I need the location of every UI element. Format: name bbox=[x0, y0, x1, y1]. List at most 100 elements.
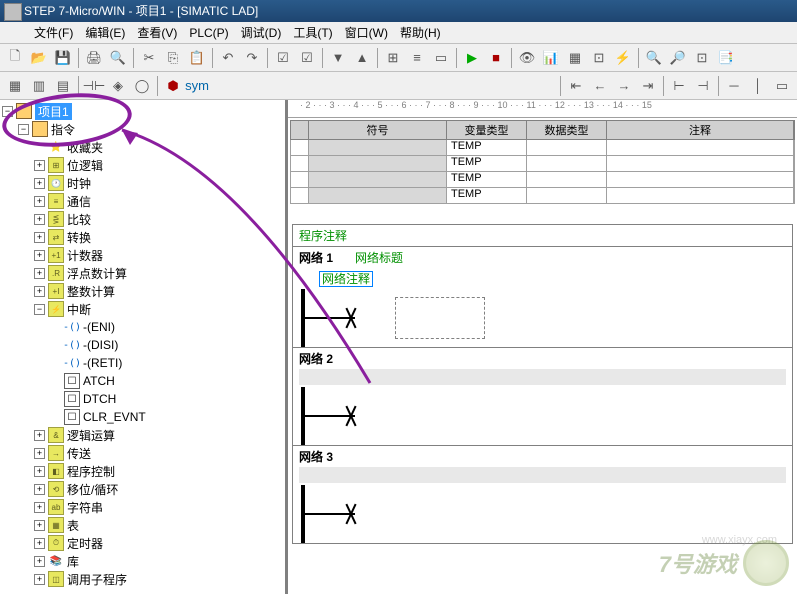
menu-view[interactable]: 查看(V) bbox=[131, 24, 183, 41]
print-icon[interactable]: 🖨 bbox=[83, 47, 105, 69]
stl-icon[interactable]: ≡ bbox=[406, 47, 428, 69]
expand-icon[interactable]: + bbox=[34, 178, 45, 189]
copy-icon[interactable]: ⎘ bbox=[162, 47, 184, 69]
stop-icon[interactable]: ■ bbox=[485, 47, 507, 69]
nav-first-icon[interactable]: ⇤ bbox=[565, 75, 587, 97]
tree-comm[interactable]: +≡通信 bbox=[2, 192, 283, 210]
tree-int[interactable]: ++I整数计算 bbox=[2, 282, 283, 300]
tree-logic[interactable]: +&逻辑运算 bbox=[2, 426, 283, 444]
tree-root[interactable]: −项目1 bbox=[2, 102, 283, 120]
compile-icon[interactable]: ☑ bbox=[272, 47, 294, 69]
tree-library[interactable]: +📚库 bbox=[2, 552, 283, 570]
tree-counter[interactable]: ++1计数器 bbox=[2, 246, 283, 264]
tree-eni[interactable]: -()-(ENI) bbox=[2, 318, 283, 336]
coil-icon[interactable]: ◯ bbox=[131, 75, 153, 97]
undo-icon[interactable]: ↶ bbox=[217, 47, 239, 69]
new-icon[interactable]: 🗋 bbox=[4, 47, 26, 69]
nav-next-icon[interactable]: → bbox=[613, 75, 635, 97]
ladder-rung[interactable] bbox=[301, 387, 792, 445]
network-2[interactable]: 网络 2 bbox=[293, 348, 792, 446]
nav-prev-icon[interactable]: ← bbox=[589, 75, 611, 97]
expand-icon[interactable]: + bbox=[34, 232, 45, 243]
menu-file[interactable]: 文件(F) bbox=[28, 24, 79, 41]
menu-window[interactable]: 窗口(W) bbox=[339, 24, 394, 41]
var-row[interactable]: TEMP bbox=[290, 172, 795, 188]
open-icon[interactable]: 📂 bbox=[28, 47, 50, 69]
upload-icon[interactable]: ▲ bbox=[351, 47, 373, 69]
ladder-area[interactable]: 程序注释 网络 1网络标题 网络注释 网络 2 网络 3 bbox=[292, 224, 793, 544]
ladder-rung[interactable] bbox=[301, 289, 792, 347]
network-1[interactable]: 网络 1网络标题 网络注释 bbox=[293, 247, 792, 348]
address-icon[interactable]: sym bbox=[186, 75, 208, 97]
box-icon[interactable]: ▭ bbox=[771, 75, 793, 97]
tree-atch[interactable]: ☐ATCH bbox=[2, 372, 283, 390]
chart-icon[interactable]: 📊 bbox=[540, 47, 562, 69]
download-icon[interactable]: ▼ bbox=[327, 47, 349, 69]
tree-table[interactable]: +▦表 bbox=[2, 516, 283, 534]
vline-icon[interactable]: │ bbox=[747, 75, 769, 97]
tree-clrevnt[interactable]: ☐CLR_EVNT bbox=[2, 408, 283, 426]
paste-icon[interactable]: 📋 bbox=[186, 47, 208, 69]
menu-plc[interactable]: PLC(P) bbox=[183, 26, 234, 40]
ladder-icon[interactable]: ⊞ bbox=[382, 47, 404, 69]
tree-timer[interactable]: +⏱定时器 bbox=[2, 534, 283, 552]
tree-compare[interactable]: +⋚比较 bbox=[2, 210, 283, 228]
expand-icon[interactable]: + bbox=[34, 484, 45, 495]
ref-icon[interactable]: 📑 bbox=[715, 47, 737, 69]
tree-dtch[interactable]: ☐DTCH bbox=[2, 390, 283, 408]
branch-open-icon[interactable]: ⊢ bbox=[668, 75, 690, 97]
redo-icon[interactable]: ↷ bbox=[241, 47, 263, 69]
expand-icon[interactable]: + bbox=[34, 286, 45, 297]
expand-icon[interactable]: + bbox=[34, 268, 45, 279]
nav-last-icon[interactable]: ⇥ bbox=[637, 75, 659, 97]
compile-all-icon[interactable]: ☑ bbox=[296, 47, 318, 69]
expand-icon[interactable]: + bbox=[34, 250, 45, 261]
force-icon[interactable]: ⚡ bbox=[612, 47, 634, 69]
tree-disi[interactable]: -()-(DISI) bbox=[2, 336, 283, 354]
expand-icon[interactable]: + bbox=[34, 448, 45, 459]
program-comment[interactable]: 程序注释 bbox=[293, 225, 792, 247]
tree-favorites[interactable]: ⭐收藏夹 bbox=[2, 138, 283, 156]
tree-shift[interactable]: +⟲移位/循环 bbox=[2, 480, 283, 498]
project-tree[interactable]: −项目1 −指令 ⭐收藏夹 +⊞位逻辑 +🕐时钟 +≡通信 +⋚比较 +⇄转换 … bbox=[0, 100, 288, 594]
collapse-icon[interactable]: − bbox=[34, 304, 45, 315]
expand-icon[interactable]: + bbox=[34, 520, 45, 531]
menu-edit[interactable]: 编辑(E) bbox=[79, 24, 131, 41]
cut-icon[interactable]: ✂ bbox=[138, 47, 160, 69]
tree-move[interactable]: +→传送 bbox=[2, 444, 283, 462]
expand-icon[interactable]: + bbox=[34, 214, 45, 225]
expand-icon[interactable]: + bbox=[34, 574, 45, 585]
expand-icon[interactable]: + bbox=[34, 556, 45, 567]
run-icon[interactable]: ▶ bbox=[461, 47, 483, 69]
collapse-icon[interactable]: − bbox=[2, 106, 13, 117]
contact-nc-icon[interactable]: ◈ bbox=[107, 75, 129, 97]
var-table[interactable]: TEMP TEMP TEMP TEMP bbox=[290, 140, 795, 204]
menu-debug[interactable]: 调试(D) bbox=[235, 24, 288, 41]
var-row[interactable]: TEMP bbox=[290, 188, 795, 204]
contact-no-icon[interactable]: ⊣⊢ bbox=[83, 75, 105, 97]
network-title[interactable]: 网络标题 bbox=[353, 251, 405, 265]
status-icon[interactable]: ⊡ bbox=[588, 47, 610, 69]
line-icon[interactable]: ─ bbox=[723, 75, 745, 97]
tree-progctrl[interactable]: +◧程序控制 bbox=[2, 462, 283, 480]
expand-icon[interactable]: + bbox=[34, 502, 45, 513]
tree-float[interactable]: +.R浮点数计算 bbox=[2, 264, 283, 282]
monitor-icon[interactable]: 👁 bbox=[516, 47, 538, 69]
view3-icon[interactable]: ▤ bbox=[52, 75, 74, 97]
tree-reti[interactable]: -()-(RETI) bbox=[2, 354, 283, 372]
tree-string[interactable]: +ab字符串 bbox=[2, 498, 283, 516]
zoom-in-icon[interactable]: 🔍 bbox=[643, 47, 665, 69]
network-comment[interactable]: 网络注释 bbox=[319, 271, 373, 287]
expand-icon[interactable]: + bbox=[34, 538, 45, 549]
fit-icon[interactable]: ⊡ bbox=[691, 47, 713, 69]
branch-close-icon[interactable]: ⊣ bbox=[692, 75, 714, 97]
var-row[interactable]: TEMP bbox=[290, 140, 795, 156]
tree-commands[interactable]: −指令 bbox=[2, 120, 283, 138]
menu-tools[interactable]: 工具(T) bbox=[287, 24, 338, 41]
view2-icon[interactable]: ▥ bbox=[28, 75, 50, 97]
expand-icon[interactable]: + bbox=[34, 196, 45, 207]
expand-icon[interactable]: + bbox=[34, 466, 45, 477]
tree-bitlogic[interactable]: +⊞位逻辑 bbox=[2, 156, 283, 174]
tree-clock[interactable]: +🕐时钟 bbox=[2, 174, 283, 192]
preview-icon[interactable]: 🔍 bbox=[107, 47, 129, 69]
